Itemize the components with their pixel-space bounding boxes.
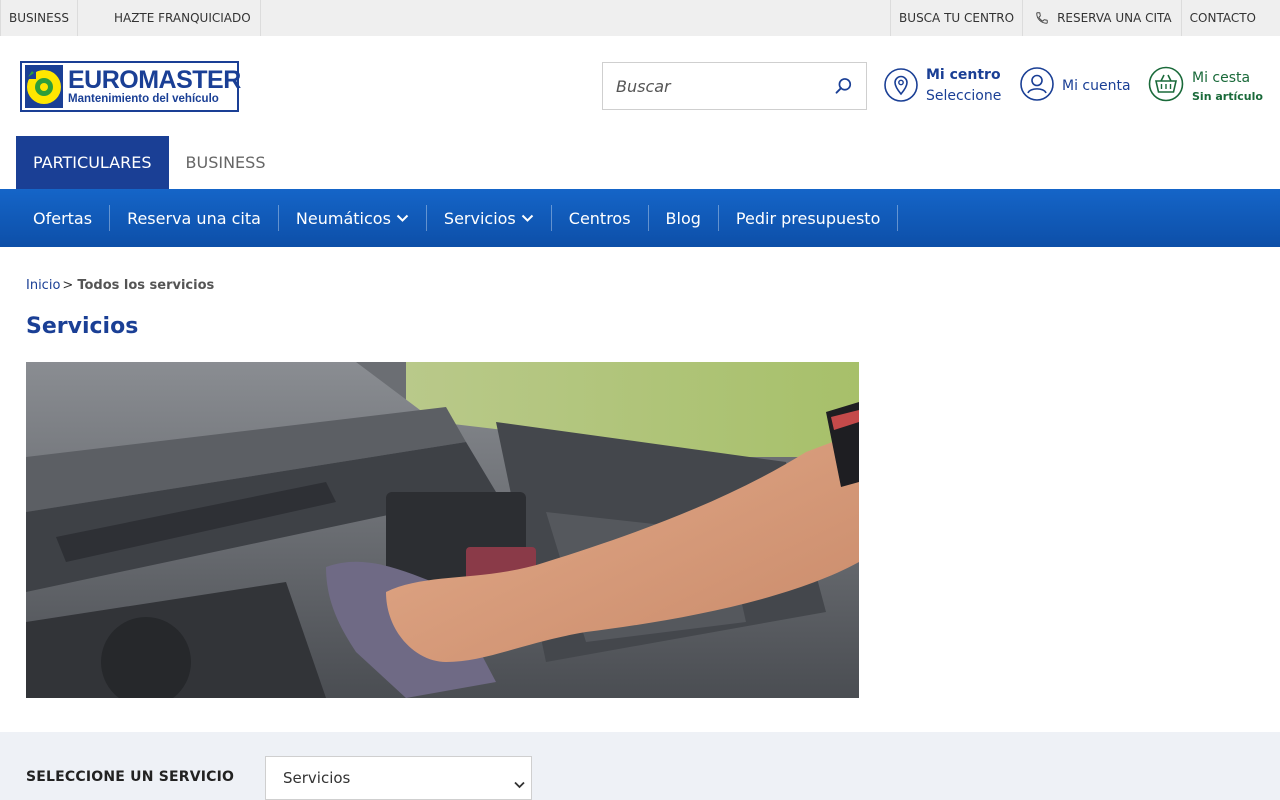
location-pin-icon [884, 67, 918, 106]
breadcrumb-separator: > [62, 278, 74, 293]
service-select-value: Servicios [283, 769, 351, 787]
chevron-down-icon [396, 214, 409, 223]
my-basket-link[interactable]: Mi cesta Sin artículo [1148, 66, 1263, 106]
logo-tagline: Mantenimiento del vehículo [68, 93, 219, 105]
tab-particulares[interactable]: PARTICULARES [16, 136, 169, 189]
my-account-text: Mi cuenta [1062, 78, 1131, 94]
top-utility-bar: BUSINESS HAZTE FRANQUICIADO BUSCA TU CEN… [0, 0, 1280, 36]
nav-reserva-cita[interactable]: Reserva una cita [110, 205, 279, 231]
topbar-contact-link[interactable]: CONTACTO [1180, 0, 1280, 36]
nav-neumaticos-label: Neumáticos [295, 208, 391, 228]
topbar-find-center-link[interactable]: BUSCA TU CENTRO [890, 0, 1022, 36]
logo-name: EUROMASTER [68, 66, 241, 94]
breadcrumb-current: Todos los servicios [77, 278, 215, 293]
topbar-franchise-link[interactable]: HAZTE FRANQUICIADO [76, 0, 261, 36]
my-center-text: Mi centro Seleccione [926, 66, 1001, 107]
nav-neumaticos[interactable]: Neumáticos [279, 205, 427, 231]
topbar-left-links: BUSINESS HAZTE FRANQUICIADO [0, 0, 261, 36]
main-navigation: Ofertas Reserva una cita Neumáticos Serv… [0, 189, 1280, 247]
book-appointment-label: RESERVA UNA CITA [1057, 11, 1172, 25]
logo-wordmark: EUROMASTER Mantenimiento del vehículo [68, 67, 241, 106]
breadcrumb-home-link[interactable]: Inicio [26, 278, 60, 293]
euromaster-logo[interactable]: EUROMASTER Mantenimiento del vehículo [20, 61, 241, 112]
nav-centros[interactable]: Centros [552, 205, 649, 231]
my-basket-title: Mi cesta [1192, 69, 1251, 86]
my-center-title: Mi centro [926, 67, 1001, 83]
my-center-subtitle: Seleccione [926, 88, 1002, 104]
my-center-selector[interactable]: Mi centro Seleccione [884, 66, 1001, 107]
topbar-business-link[interactable]: BUSINESS [0, 0, 77, 36]
nav-pedir-presupuesto[interactable]: Pedir presupuesto [719, 205, 899, 231]
service-select-dropdown[interactable]: Servicios [265, 756, 532, 800]
service-selector-band [0, 732, 1280, 800]
chevron-down-icon [521, 214, 534, 223]
my-account-label: Mi cuenta [1062, 78, 1131, 94]
my-basket-text: Mi cesta Sin artículo [1192, 68, 1263, 105]
topbar-right-links: BUSCA TU CENTRO RESERVA UNA CITA CONTACT… [890, 0, 1280, 36]
breadcrumb: Inicio > Todos los servicios [26, 278, 214, 293]
service-selector-label: SELECCIONE UN SERVICIO [26, 769, 235, 785]
topbar-book-appointment-link[interactable]: RESERVA UNA CITA [1022, 0, 1181, 36]
my-basket-status: Sin artículo [1192, 89, 1263, 103]
my-account-link[interactable]: Mi cuenta [1020, 67, 1131, 105]
segment-tabs: PARTICULARES BUSINESS [16, 136, 282, 189]
search-icon[interactable] [834, 76, 854, 100]
tab-business[interactable]: BUSINESS [169, 136, 283, 189]
nav-blog[interactable]: Blog [649, 205, 719, 231]
page-title: Servicios [26, 314, 139, 339]
search-input[interactable] [603, 64, 823, 108]
hero-image-engine-cleaning [26, 362, 859, 698]
phone-icon [1035, 11, 1049, 25]
nav-ofertas[interactable]: Ofertas [16, 205, 111, 231]
search-box [602, 62, 867, 110]
chevron-down-icon [514, 774, 525, 793]
nav-servicios-label: Servicios [443, 208, 516, 228]
user-icon [1020, 67, 1054, 105]
basket-icon [1148, 66, 1184, 106]
logo-wheel-icon [25, 65, 63, 108]
nav-servicios[interactable]: Servicios [427, 205, 552, 231]
site-header: EUROMASTER Mantenimiento del vehículo Mi… [0, 36, 1280, 136]
